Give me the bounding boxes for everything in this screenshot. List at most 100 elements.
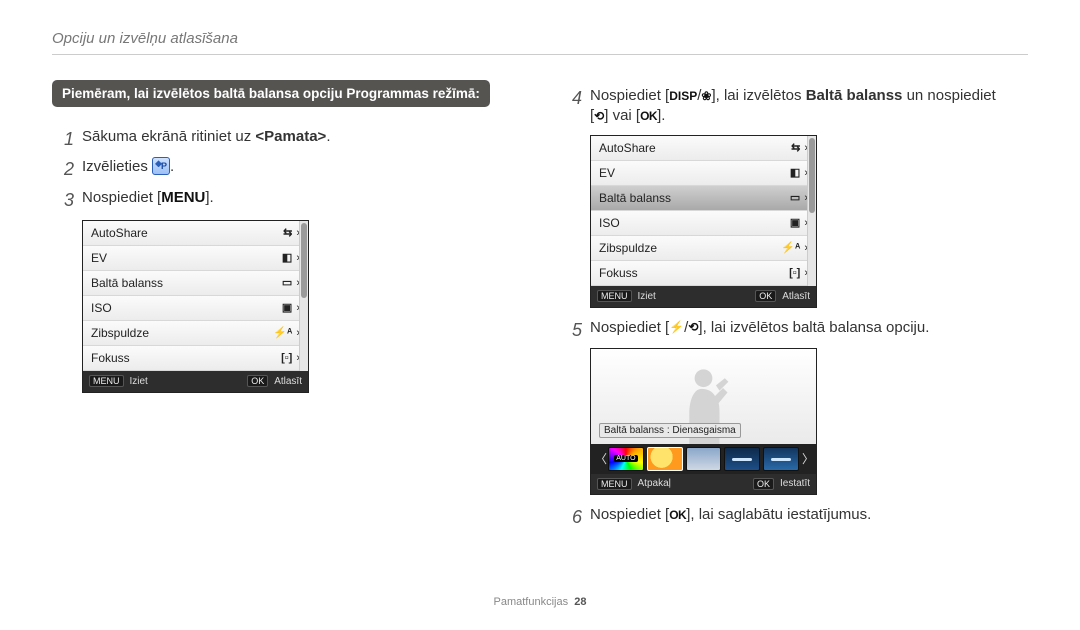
text: ], lai saglabātu iestatījumus.: [686, 506, 871, 523]
step-text: Nospiediet [MENU].: [82, 188, 214, 208]
menu-row-label: Fokuss: [91, 351, 281, 365]
text: Nospiediet [: [590, 87, 669, 104]
text: ], lai izvēlētos baltā balansa opciju.: [698, 319, 929, 336]
wb-preview-stage: Baltā balanss : Dienasgaisma: [591, 349, 816, 444]
menu-row-glyph-icon: ▭›: [282, 276, 300, 289]
menu-row-label: AutoShare: [599, 141, 791, 155]
menu-row-iso[interactable]: ISO▣›: [591, 211, 816, 236]
menu-row-balt-balanss[interactable]: Baltā balanss▭›: [591, 186, 816, 211]
header-rule: [52, 54, 1028, 55]
wb-swatch-strip: 〈 AUTO 〉: [591, 444, 816, 474]
step-number: 4: [560, 86, 590, 110]
wb-swatch-auto[interactable]: AUTO: [608, 447, 644, 471]
step-number: 1: [52, 127, 82, 151]
chevron-left-icon[interactable]: 〈: [595, 450, 605, 467]
text: Nospiediet [: [590, 319, 669, 336]
wb-swatch-fluorescent-h[interactable]: [724, 447, 760, 471]
menu-row-label: ISO: [599, 216, 790, 230]
text: .: [326, 128, 330, 145]
step-2: 2 Izvēlieties .: [52, 157, 520, 181]
menu-row-zibspuldze[interactable]: Zibspuldze⚡ᴬ›: [591, 236, 816, 261]
step-number: 5: [560, 318, 590, 342]
footer-section: Pamatfunkcijas: [494, 596, 569, 608]
ok-tag-icon: OK: [753, 478, 774, 490]
timer-button-icon: ⟲: [688, 320, 698, 336]
menu-row-glyph-icon: [▫]›: [281, 352, 300, 364]
menu-row-label: Fokuss: [599, 266, 789, 280]
ok-tag-icon: OK: [247, 375, 268, 387]
wb-swatch-fluorescent-l[interactable]: [763, 447, 799, 471]
scrollbar[interactable]: [807, 136, 816, 286]
step-text: Sākuma ekrānā ritiniet uz <Pamata>.: [82, 127, 330, 147]
menu-row-label: Baltā balanss: [91, 276, 282, 290]
step-text: Nospiediet [⚡/⟲], lai izvēlētos baltā ba…: [590, 318, 929, 338]
text: ].: [205, 189, 213, 206]
flash-button-icon: ⚡: [669, 320, 684, 336]
menu-panel: AutoShare⇆›EV◧›Baltā balanss▭›ISO▣›Zibsp…: [82, 220, 309, 393]
menu-row-glyph-icon: ▣›: [790, 216, 808, 229]
step-6: 6 Nospiediet [OK], lai saglabātu iestatī…: [560, 505, 1028, 529]
wb-swatch-daylight[interactable]: [647, 447, 683, 471]
menu-row-zibspuldze[interactable]: Zibspuldze⚡ᴬ›: [83, 321, 308, 346]
menu-row-fokuss[interactable]: Fokuss[▫]›: [591, 261, 816, 286]
ok-button-icon: OK: [669, 507, 686, 523]
menu-row-autoshare[interactable]: AutoShare⇆›: [591, 136, 816, 161]
text: .: [170, 158, 174, 175]
step-text: Izvēlieties .: [82, 157, 174, 177]
menu-row-label: Zibspuldze: [91, 326, 273, 340]
menu-row-glyph-icon: [▫]›: [789, 267, 808, 279]
menu-row-glyph-icon: ◧›: [282, 251, 300, 264]
step-3: 3 Nospiediet [MENU].: [52, 188, 520, 212]
column-right: 4 Nospiediet [DISP/❀], lai izvēlētos Bal…: [560, 80, 1028, 535]
text: ] vai [: [604, 107, 640, 124]
menu-row-glyph-icon: ⇆›: [283, 226, 300, 239]
menu-row-glyph-icon: ⚡ᴬ›: [273, 326, 300, 339]
footer-exit-label: Iziet: [130, 376, 148, 387]
footer-select-label: Atlasīt: [274, 376, 302, 387]
menu-button-icon: MENU: [161, 190, 205, 206]
menu-row-fokuss[interactable]: Fokuss[▫]›: [83, 346, 308, 371]
text: ], lai izvēlētos: [711, 87, 805, 104]
chevron-right-icon[interactable]: 〉: [802, 450, 812, 467]
timer-button-icon: ⟲: [594, 108, 604, 124]
menu-row-balt-balanss[interactable]: Baltā balanss▭›: [83, 271, 308, 296]
footer-set-label: Iestatīt: [780, 478, 810, 489]
footer-page-number: 28: [574, 596, 586, 608]
text: ].: [657, 107, 665, 124]
wb-preview: Baltā balanss : Dienasgaisma 〈 AUTO 〉 ME…: [590, 348, 817, 495]
menu-row-glyph-icon: ◧›: [790, 166, 808, 179]
menu-tag-icon: MENU: [597, 478, 632, 490]
example-highlight: Piemēram, lai izvēlētos baltā balansa op…: [52, 80, 490, 107]
menu-row-label: ISO: [91, 301, 282, 315]
macro-button-icon: ❀: [701, 88, 711, 104]
menu-tag-icon: MENU: [597, 290, 632, 302]
menu-row-autoshare[interactable]: AutoShare⇆›: [83, 221, 308, 246]
menu-row-label: Baltā balanss: [599, 191, 790, 205]
step-number: 3: [52, 188, 82, 212]
menu-row-label: AutoShare: [91, 226, 283, 240]
wb-footer: MENU Atpakaļ OK Iestatīt: [591, 474, 816, 494]
menu-row-ev[interactable]: EV◧›: [591, 161, 816, 186]
text: Sākuma ekrānā ritiniet uz: [82, 128, 255, 145]
step-4: 4 Nospiediet [DISP/❀], lai izvēlētos Bal…: [560, 86, 1028, 127]
menu-row-glyph-icon: ▭›: [790, 191, 808, 204]
column-left: Piemēram, lai izvēlētos baltā balansa op…: [52, 80, 520, 535]
menu-row-iso[interactable]: ISO▣›: [83, 296, 308, 321]
menu-row-label: EV: [599, 166, 790, 180]
ok-button-icon: OK: [640, 108, 657, 124]
menu-row-glyph-icon: ▣›: [282, 301, 300, 314]
menu-row-ev[interactable]: EV◧›: [83, 246, 308, 271]
menu-row-label: EV: [91, 251, 282, 265]
columns: Piemēram, lai izvēlētos baltā balansa op…: [52, 80, 1028, 535]
wb-swatch-cloudy[interactable]: [686, 447, 722, 471]
text-bold: <Pamata>: [255, 128, 326, 145]
scrollbar[interactable]: [299, 221, 308, 371]
ok-tag-icon: OK: [755, 290, 776, 302]
step-number: 2: [52, 157, 82, 181]
step-5: 5 Nospiediet [⚡/⟲], lai izvēlētos baltā …: [560, 318, 1028, 342]
step-number: 6: [560, 505, 590, 529]
disp-button-icon: DISP: [669, 88, 697, 104]
step-text: Nospiediet [OK], lai saglabātu iestatīju…: [590, 505, 871, 525]
page-header: Opciju un izvēlņu atlasīšana: [52, 30, 238, 47]
menu-panel-plain: AutoShare⇆›EV◧›Baltā balanss▭›ISO▣›Zibsp…: [52, 220, 520, 393]
